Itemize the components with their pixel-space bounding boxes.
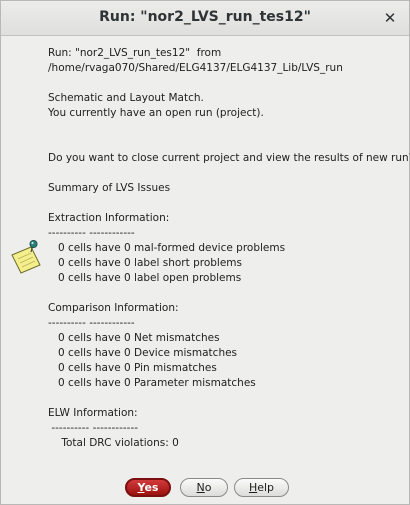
message-line: 0 cells have 0 label short problems bbox=[48, 257, 242, 269]
message-line: Run: "nor2_LVS_run_tes12" from bbox=[48, 47, 222, 59]
message-line bbox=[48, 121, 408, 136]
note-pin-icon bbox=[11, 240, 41, 274]
message-line bbox=[48, 166, 408, 181]
no-label-rest: o bbox=[204, 481, 212, 494]
message-line bbox=[48, 76, 408, 91]
message-line: 0 cells have 0 label open problems bbox=[48, 272, 242, 284]
help-label-rest: elp bbox=[257, 481, 275, 494]
message-text: Run: "nor2_LVS_run_tes12" from/home/rvag… bbox=[48, 46, 410, 451]
message-line bbox=[48, 136, 408, 151]
message-line: 0 cells have 0 Device mismatches bbox=[48, 347, 238, 359]
message-line: /home/rvaga070/Shared/ELG4137/ELG4137_Li… bbox=[48, 62, 343, 74]
button-row: Yes No Help bbox=[1, 478, 409, 498]
message-line: You currently have an open run (project)… bbox=[48, 107, 264, 119]
message-line: Summary of LVS Issues bbox=[48, 182, 171, 194]
close-icon: ✕ bbox=[383, 9, 397, 27]
help-mnemonic: H bbox=[248, 481, 258, 494]
message-line: Do you want to close current project and… bbox=[48, 152, 410, 164]
message-line: 0 cells have 0 Net mismatches bbox=[48, 332, 220, 344]
no-mnemonic: N bbox=[196, 481, 205, 494]
close-button[interactable]: ✕ bbox=[381, 9, 399, 27]
message-line: ---------- ------------ bbox=[48, 317, 135, 329]
yes-label-rest: es bbox=[144, 481, 159, 494]
title-bar[interactable]: Run: "nor2_LVS_run_tes12" ✕ bbox=[1, 1, 409, 36]
no-button[interactable]: No bbox=[180, 478, 228, 497]
message-line bbox=[48, 196, 408, 211]
yes-button[interactable]: Yes bbox=[125, 478, 171, 497]
message-line: ELW Information: bbox=[48, 407, 138, 419]
message-line: Schematic and Layout Match. bbox=[48, 92, 204, 104]
message-line: ---------- ------------ bbox=[48, 227, 135, 239]
message-line: 0 cells have 0 Pin mismatches bbox=[48, 362, 217, 374]
window-title: Run: "nor2_LVS_run_tes12" bbox=[99, 9, 311, 25]
message-line: ---------- ------------ bbox=[48, 422, 139, 434]
message-line: Total DRC violations: 0 bbox=[48, 437, 179, 449]
message-line bbox=[48, 286, 408, 301]
dialog-window: Run: "nor2_LVS_run_tes12" ✕ Run: "nor2_L… bbox=[0, 0, 410, 505]
message-line: 0 cells have 0 Parameter mismatches bbox=[48, 377, 256, 389]
message-line: Extraction Information: bbox=[48, 212, 170, 224]
message-line bbox=[48, 391, 408, 406]
message-line: 0 cells have 0 mal-formed device problem… bbox=[48, 242, 286, 254]
help-button[interactable]: Help bbox=[234, 478, 289, 497]
message-line: Comparison Information: bbox=[48, 302, 179, 314]
